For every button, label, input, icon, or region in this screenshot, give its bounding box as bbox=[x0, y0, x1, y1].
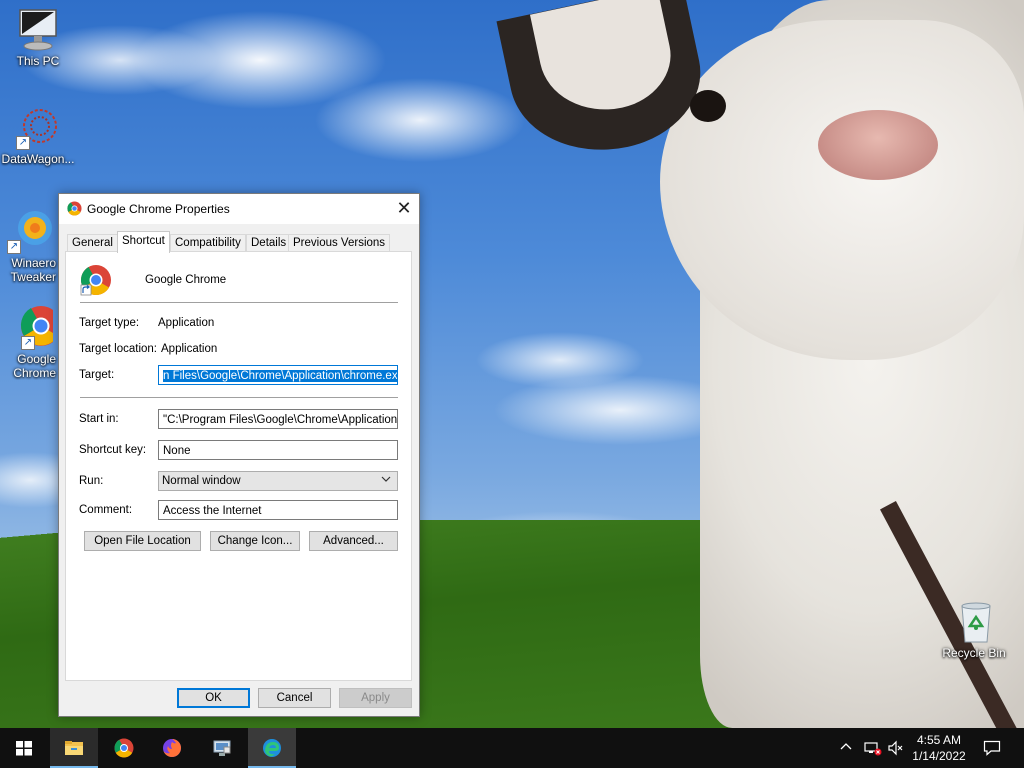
start-in-field[interactable]: "C:\Program Files\Google\Chrome\Applicat… bbox=[158, 409, 398, 429]
desktop-icon-label: DataWagon... bbox=[1, 152, 75, 166]
ok-button[interactable]: OK bbox=[177, 688, 250, 708]
datawagon-icon: ↗ bbox=[14, 104, 62, 150]
desktop-icon-winaero-tweaker[interactable]: ↗ Winaero Tweaker bbox=[0, 208, 58, 284]
winaero-tweaker-icon: ↗ bbox=[5, 208, 53, 254]
tab-shortcut[interactable]: Shortcut bbox=[117, 231, 170, 253]
cancel-button[interactable]: Cancel bbox=[258, 688, 331, 708]
divider bbox=[80, 302, 398, 303]
advanced-button[interactable]: Advanced... bbox=[309, 531, 398, 551]
volume-muted-icon bbox=[888, 740, 903, 756]
taskbar-chrome[interactable] bbox=[100, 728, 148, 768]
wallpaper-goat-eye bbox=[690, 90, 726, 122]
volume-button[interactable] bbox=[886, 728, 906, 768]
chrome-icon bbox=[80, 265, 111, 296]
tab-compatibility[interactable]: Compatibility bbox=[170, 234, 246, 252]
desktop-icon-label: Google Chrome bbox=[13, 352, 56, 380]
desktop-icon-label: Winaero Tweaker bbox=[10, 256, 56, 284]
target-field[interactable]: n Files\Google\Chrome\Application\chrome… bbox=[158, 365, 398, 385]
taskbar-file-explorer[interactable] bbox=[50, 728, 98, 768]
dialog-title: Google Chrome Properties bbox=[87, 202, 230, 216]
target-type-label: Target type: bbox=[79, 317, 140, 329]
target-field-text: n Files\Google\Chrome\Application\chrome… bbox=[163, 370, 397, 382]
dialog-titlebar[interactable]: Google Chrome Properties ✕ bbox=[59, 194, 419, 224]
edge-icon bbox=[263, 739, 281, 757]
shortcut-key-label: Shortcut key: bbox=[79, 444, 147, 456]
file-explorer-icon bbox=[65, 741, 83, 755]
comment-field-text: Access the Internet bbox=[163, 505, 262, 517]
change-icon-button[interactable]: Change Icon... bbox=[210, 531, 300, 551]
open-file-location-button[interactable]: Open File Location bbox=[84, 531, 201, 551]
firefox-icon bbox=[163, 739, 181, 757]
start-in-label: Start in: bbox=[79, 413, 119, 425]
network-status-button[interactable] bbox=[862, 728, 884, 768]
clock-time: 4:55 AM bbox=[916, 733, 962, 747]
run-label: Run: bbox=[79, 475, 104, 487]
desktop-icon-label: This PC bbox=[16, 54, 60, 68]
run-dropdown[interactable]: Normal window bbox=[158, 471, 398, 491]
start-in-field-text: "C:\Program Files\Google\Chrome\Applicat… bbox=[163, 414, 398, 426]
desktop-icon-this-pc[interactable]: This PC bbox=[0, 6, 76, 68]
target-type-value: Application bbox=[158, 317, 215, 329]
target-label: Target: bbox=[79, 369, 115, 381]
recycle-bin-icon bbox=[950, 598, 998, 644]
shortcut-app-name: Google Chrome bbox=[145, 274, 227, 286]
control-panel-icon bbox=[213, 740, 231, 756]
taskbar-clock[interactable]: 4:55 AM 1/14/2022 bbox=[905, 732, 973, 764]
notification-icon bbox=[983, 740, 1001, 756]
taskbar: 4:55 AM 1/14/2022 bbox=[0, 728, 1024, 768]
taskbar-control-panel[interactable] bbox=[198, 728, 246, 768]
close-icon: ✕ bbox=[396, 198, 412, 218]
shortcut-tab-panel: Google Chrome Target type: Application T… bbox=[65, 251, 412, 681]
chrome-icon: ↗ bbox=[5, 304, 58, 350]
desktop-icon-recycle-bin[interactable]: Recycle Bin bbox=[936, 598, 1012, 660]
tab-general[interactable]: General bbox=[67, 234, 118, 252]
desktop-icon-datawagon[interactable]: ↗ DataWagon... bbox=[0, 104, 76, 166]
network-disconnected-icon bbox=[864, 742, 882, 756]
desktop-icon-label: Recycle Bin bbox=[942, 646, 1006, 660]
divider bbox=[80, 397, 398, 398]
properties-dialog: Google Chrome Properties ✕ General Short… bbox=[58, 193, 420, 717]
target-location-label: Target location: bbox=[79, 343, 157, 355]
chevron-up-icon bbox=[840, 743, 852, 750]
show-hidden-icons-button[interactable] bbox=[838, 728, 854, 768]
comment-label: Comment: bbox=[79, 504, 133, 516]
target-location-value: Application bbox=[161, 343, 218, 355]
comment-field[interactable]: Access the Internet bbox=[158, 500, 398, 520]
shortcut-arrow-icon: ↗ bbox=[16, 136, 30, 150]
start-button[interactable] bbox=[0, 728, 48, 768]
close-button[interactable]: ✕ bbox=[389, 194, 419, 224]
shortcut-arrow-icon: ↗ bbox=[21, 336, 35, 350]
start-icon bbox=[16, 741, 32, 756]
chevron-down-icon bbox=[381, 473, 391, 491]
chrome-icon bbox=[67, 201, 82, 216]
tab-details[interactable]: Details bbox=[246, 234, 292, 252]
action-center-button[interactable] bbox=[978, 728, 1006, 768]
clock-date: 1/14/2022 bbox=[912, 749, 966, 763]
taskbar-edge[interactable] bbox=[248, 728, 296, 768]
computer-icon bbox=[14, 6, 62, 52]
tab-previous-versions[interactable]: Previous Versions bbox=[288, 234, 391, 252]
shortcut-key-field-text: None bbox=[163, 445, 191, 457]
taskbar-firefox[interactable] bbox=[148, 728, 196, 768]
shortcut-arrow-icon: ↗ bbox=[7, 240, 21, 254]
wallpaper-goat-nose bbox=[818, 110, 938, 180]
desktop-icon-google-chrome[interactable]: ↗ Google Chrome bbox=[0, 304, 58, 380]
chrome-icon bbox=[114, 738, 134, 758]
run-dropdown-value: Normal window bbox=[162, 475, 241, 487]
shortcut-key-field[interactable]: None bbox=[158, 440, 398, 460]
apply-button[interactable]: Apply bbox=[339, 688, 412, 708]
